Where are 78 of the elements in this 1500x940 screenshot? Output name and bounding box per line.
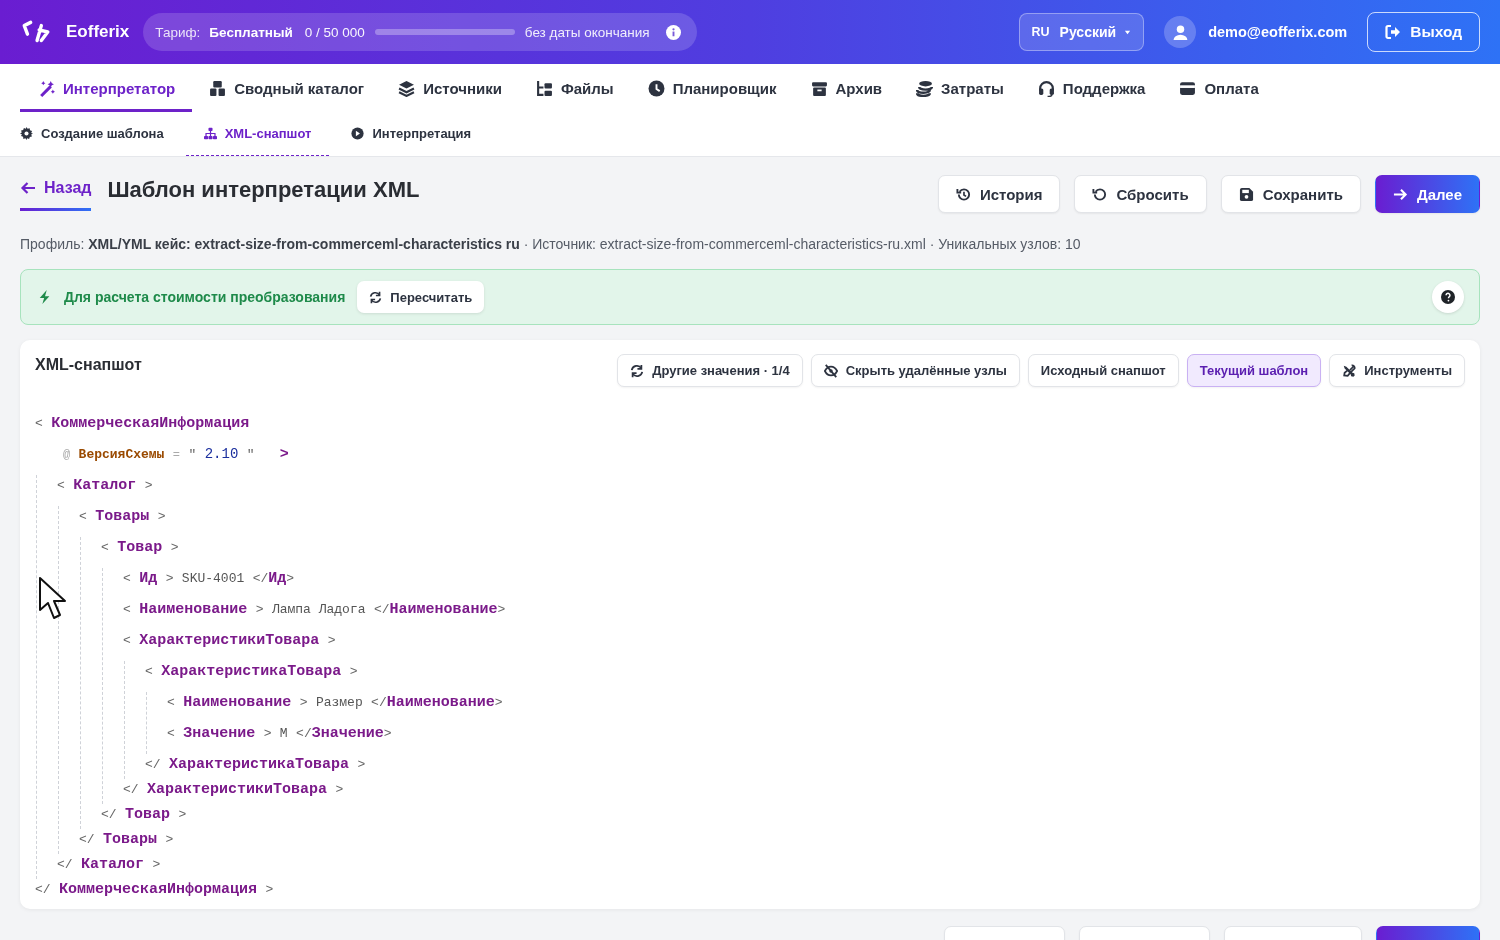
xml-line: < Товар > [101,538,179,558]
expiry-text: без даты окончания [524,24,650,40]
sub-tab[interactable]: Создание шаблона [18,112,166,156]
xml-line: < ХарактеристикиТовара > [123,631,336,651]
recalculate-button[interactable]: Пересчитать [357,281,485,313]
xml-line: </ Товар > [101,805,187,825]
layers-icon [398,79,416,97]
plan-name: Бесплатный [209,24,293,40]
history-icon [955,186,971,202]
boxes-icon [209,79,227,97]
xml-line: < Товары > [79,507,166,527]
plan-label: Тариф: [155,24,201,40]
profile-info: Профиль: XML/YML кейс: extract-size-from-commerceml-characteristics ru · Источник: extract-size-from-commerceml-characteristics-ru.xml · Уникальных узлов: 10 [20,235,1082,254]
xml-line: </ КоммерческаяИнформация > [35,880,274,900]
clock-icon [647,79,665,97]
nav-tab[interactable]: Архив [793,64,900,112]
logout-icon [1385,24,1402,40]
nav-tab[interactable]: Сводный каталог [192,64,382,112]
view-toggle-button[interactable]: Другие значения · 1/4 [617,354,803,387]
page-title: Шаблон интерпретации XML [107,176,420,204]
sub-tab[interactable]: Интерпретация [349,112,474,156]
nav-tab[interactable]: Планировщик [630,64,794,112]
user-icon [1171,23,1189,41]
logout-button[interactable]: Выход [1367,12,1480,52]
user-email: demo@eofferix.com [1208,24,1348,40]
back-link[interactable]: Назад [20,175,92,211]
xml-line: < ХарактеристикаТовара > [145,662,358,682]
refresh-icon [369,290,383,304]
magic-wand-icon [38,79,55,97]
caret-icon [1124,28,1132,36]
nav-tab[interactable]: Источники [381,64,519,112]
nav-tab[interactable]: Файлы [518,64,631,112]
xml-line: </ ХарактеристикиТовара > [123,780,344,800]
xml-line: < Наименование > Размер </Наименование> [167,693,503,713]
xml-line: < Наименование > Лампа Ладога </Наименование> [123,600,506,620]
coins-icon [916,79,934,97]
xml-line: < КоммерческаяИнформация [35,414,250,434]
next-button[interactable]: Далее [1374,175,1480,213]
brand-name: Eofferix [66,22,130,42]
notice-text: Для расчета стоимости преобразования [64,289,346,305]
folder-tree-icon [535,79,553,97]
view-toggle-button[interactable]: Исходный снапшот [1027,354,1179,387]
undo-icon [1092,186,1108,202]
xml-line: @ ВерсияСхемы = " 2.10 " > [62,445,289,465]
arrow-right-icon [1392,186,1408,202]
xml-line: </ Товары > [79,830,174,850]
xml-line: < Ид > SKU-4001 </Ид> [123,569,295,589]
usage-count: 0 / 50 000 [304,24,365,40]
help-icon [1441,290,1455,304]
undo-button[interactable]: Сбросить [1074,175,1207,213]
info-icon [665,24,681,40]
card-title: XML-снапшот [35,356,142,374]
view-toggle-button[interactable]: Текущий шаблон [1186,354,1322,387]
lightning-icon [38,290,52,304]
view-toggle-button[interactable]: Инструменты [1329,354,1465,387]
history-button[interactable]: История [937,175,1061,213]
sitemap-icon [203,127,217,140]
xml-line: </ Каталог > [57,855,161,875]
credit-card-icon [1179,79,1197,97]
refresh-icon [630,363,645,378]
view-toggle-button[interactable]: Скрыть удалённые узлы [810,354,1020,387]
nav-tab[interactable]: Поддержка [1020,64,1163,112]
arrow-left-icon [20,180,36,196]
headset-icon [1037,79,1055,97]
eye-slash-icon [823,363,838,378]
xml-line: < Значение > M </Значение> [167,724,392,744]
nav-tab[interactable]: Затраты [899,64,1021,112]
settings-icon [20,127,33,140]
save-button[interactable]: Сохранить [1220,175,1361,213]
archive-box-icon [810,79,828,97]
play-icon [351,127,365,140]
language-dropdown[interactable]: RU Русский [1018,13,1145,51]
nav-tab[interactable]: Оплата [1162,64,1276,112]
tools-icon [1342,363,1357,378]
xml-line: </ ХарактеристикаТовара > [145,755,366,775]
xml-line: < Каталог > [57,476,153,496]
help-button[interactable] [1432,281,1464,313]
sub-tab[interactable]: XML-снапшот [185,112,330,156]
